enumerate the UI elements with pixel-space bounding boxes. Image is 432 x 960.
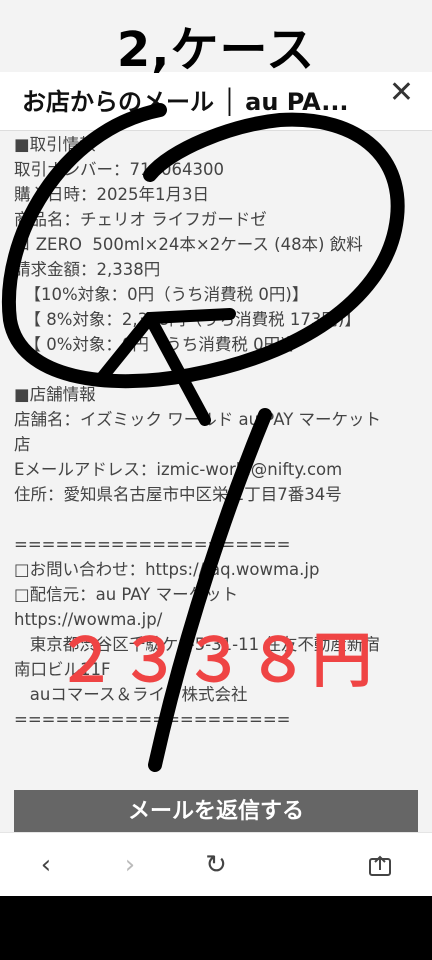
mail-line: 請求金額：2,338円 — [14, 260, 161, 279]
share-icon[interactable] — [360, 847, 400, 883]
mail-line: 購入日時：2025年1月3日 — [14, 185, 209, 204]
mail-title: お店からのメール │ au PA... — [22, 88, 349, 116]
mail-header: お店からのメール │ au PA... ✕ — [0, 72, 432, 131]
overlay-caption: 2,ケース — [116, 22, 316, 78]
mail-line: ロ ZERO 500ml×24本×2ケース (48本) 飲料 — [14, 235, 363, 254]
handwritten-amount-annotation: ２３３８円 — [56, 626, 376, 696]
browser-toolbar: ‹ › ↻ — [0, 832, 432, 896]
mail-line: ■店舗情報 — [14, 385, 96, 404]
mail-line: □配信元：au PAY マーケット — [14, 585, 239, 604]
mail-line: 住所：愛知県名古屋市中区栄 1丁目7番34号 — [14, 485, 342, 504]
mail-line: 店舗名：イズミック ワールド au PAY マーケット — [14, 410, 382, 429]
mail-line: 取引ナンバー：719064300 — [14, 160, 224, 179]
mail-line: ■取引情報 — [14, 135, 96, 154]
mail-line: 店 — [14, 435, 31, 454]
close-icon[interactable]: ✕ — [389, 78, 414, 108]
mail-line: 【10%対象：0円（うち消費税 0円)】 — [14, 285, 309, 304]
mail-line: 【 8%対象：2,338円（うち消費税 173円)】 — [14, 310, 361, 329]
mail-line: 商品名：チェリオ ライフガードゼ — [14, 210, 267, 229]
mail-line: ==================== — [14, 535, 291, 554]
reload-icon[interactable]: ↻ — [196, 847, 236, 883]
mail-line — [14, 357, 424, 382]
mail-line — [14, 507, 424, 532]
mail-line: □お問い合わせ：https://faq.wowma.jp — [14, 560, 320, 579]
mail-line: ==================== — [14, 710, 291, 729]
reply-button[interactable]: メールを返信する — [14, 790, 418, 834]
forward-icon[interactable]: › — [110, 847, 150, 883]
back-icon[interactable]: ‹ — [26, 847, 66, 883]
mail-line: Eメールアドレス：izmic-world@nifty.com — [14, 460, 343, 479]
mail-line: 【 0%対象：0円（うち消費税 0円)】 — [14, 335, 304, 354]
mail-screen: お店からのメール │ au PA... ✕ ■取引情報取引ナンバー：719064… — [0, 0, 432, 895]
